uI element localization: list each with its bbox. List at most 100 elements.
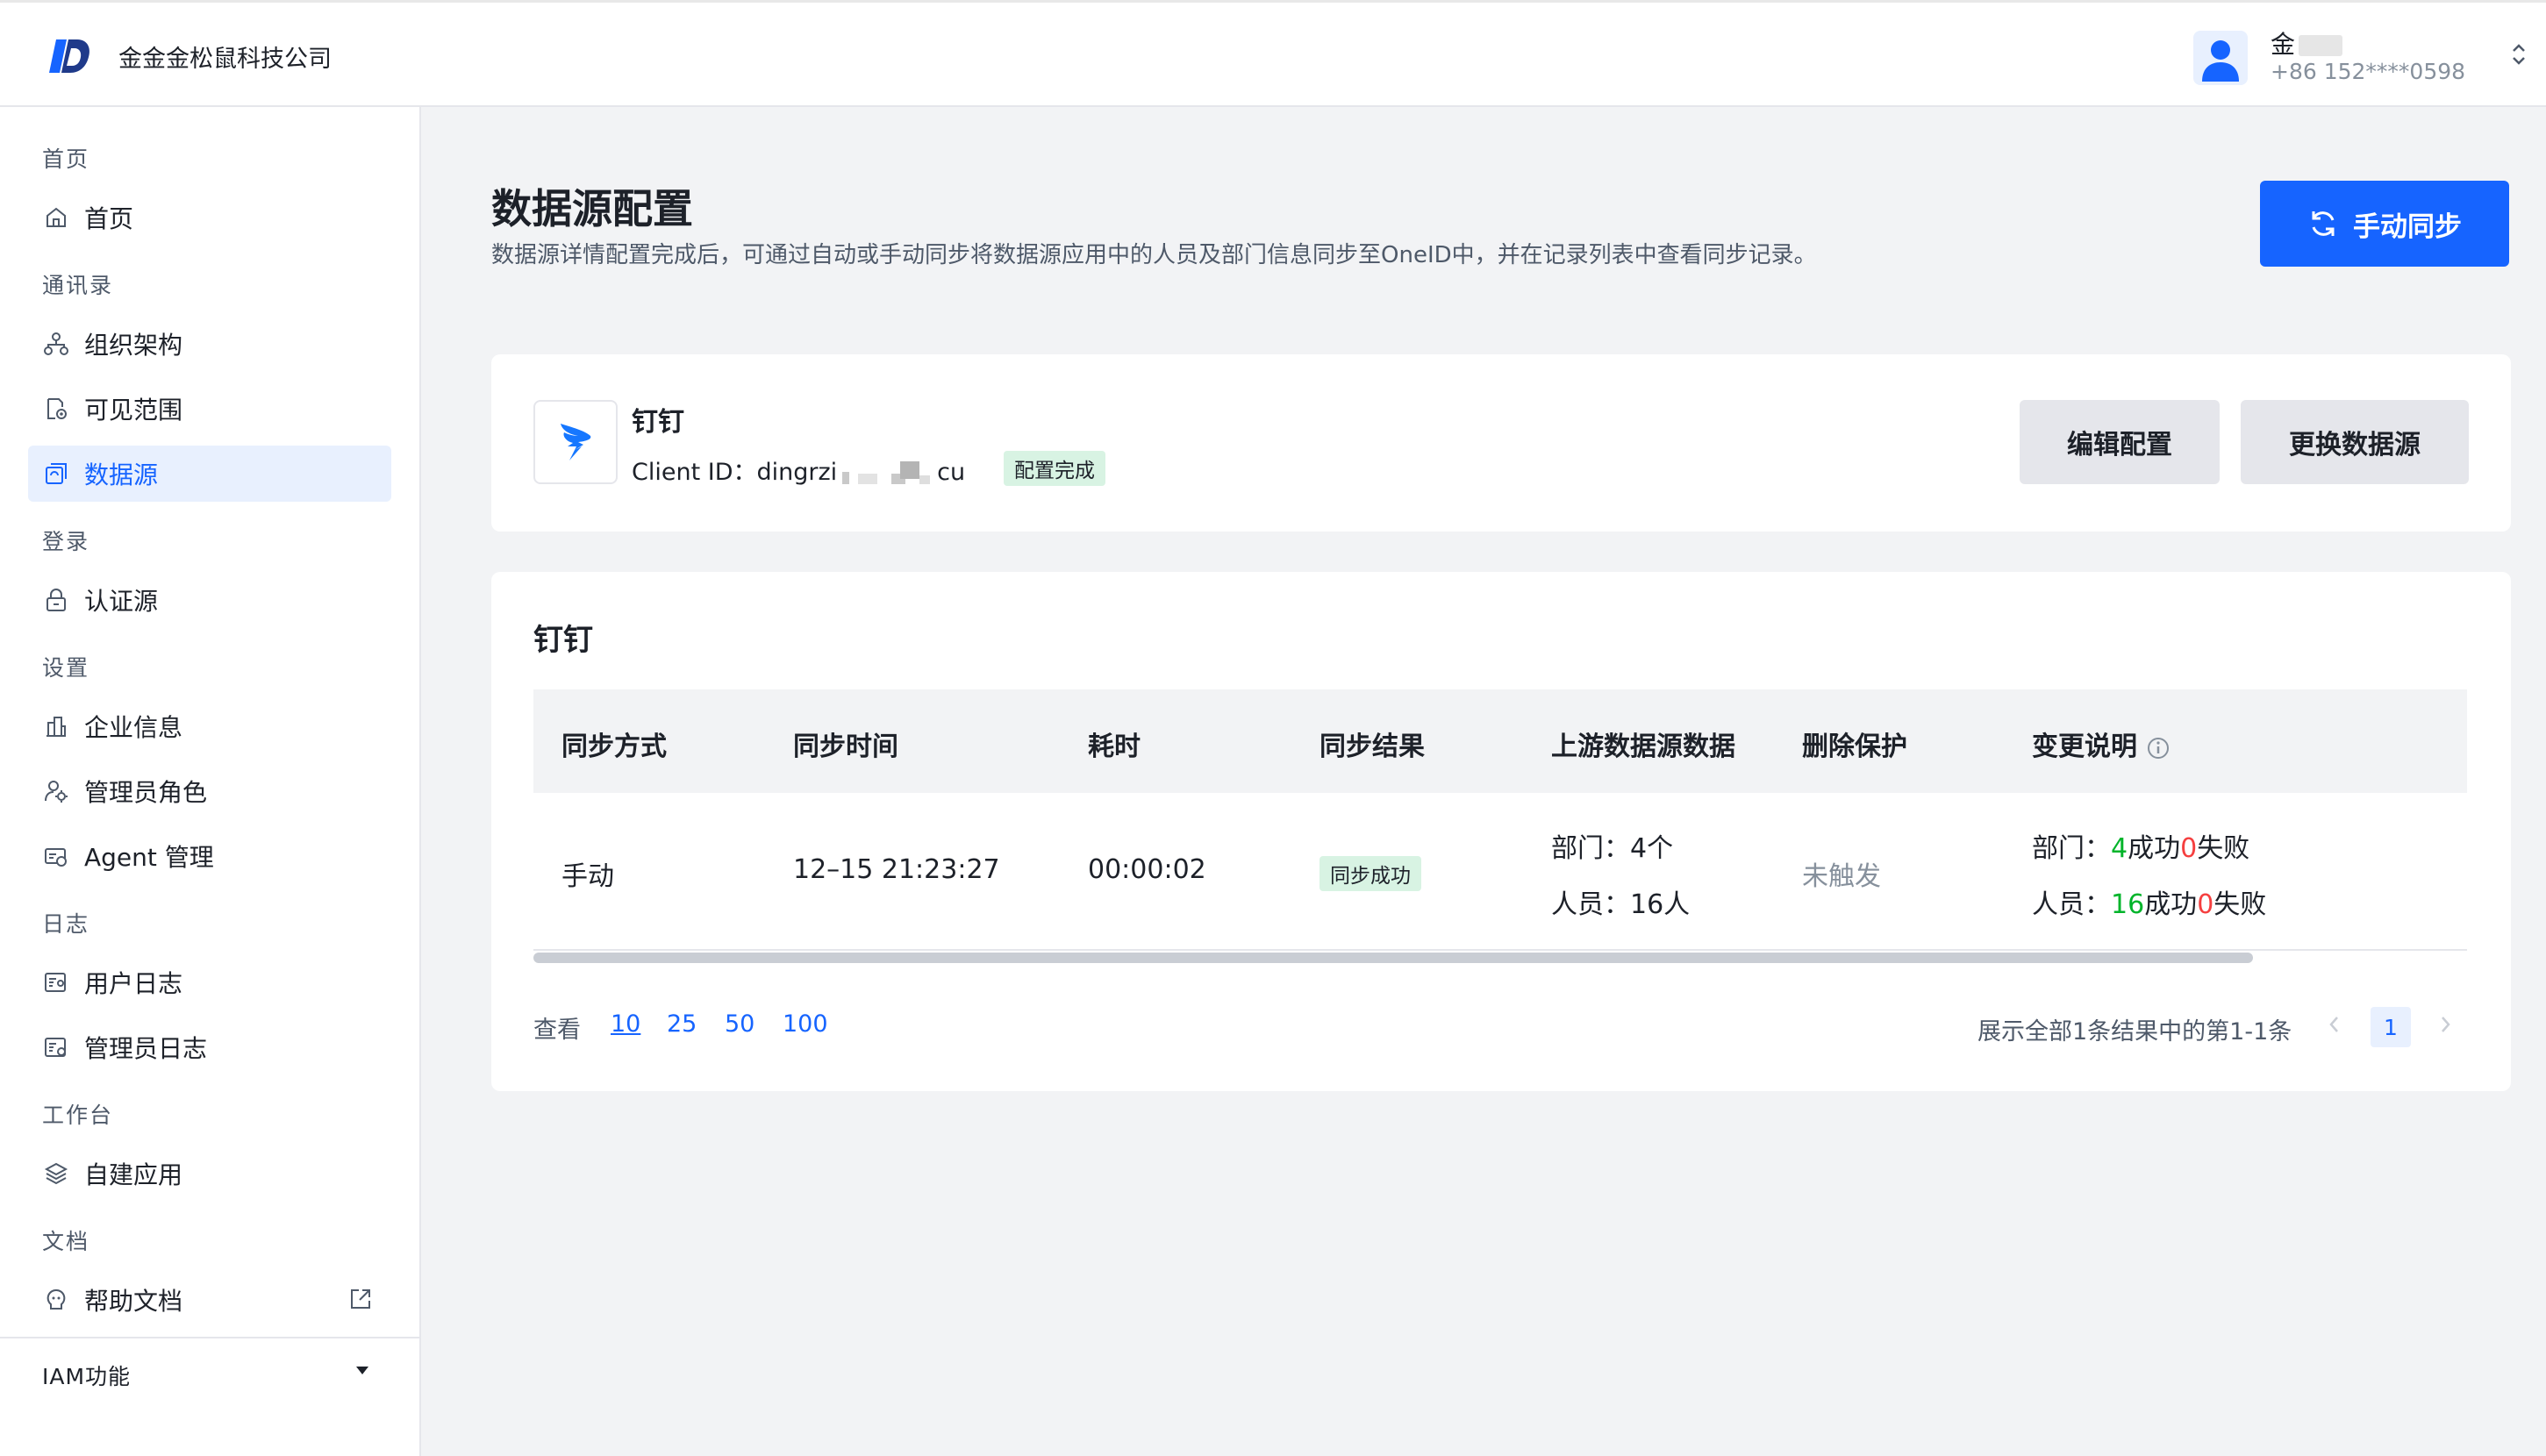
sidebar-item-label: Agent 管理	[84, 843, 214, 872]
pagination-summary: 展示全部1条结果中的第1-1条	[1977, 1018, 2292, 1046]
sidebar-group-home: 首页	[42, 146, 90, 172]
sidebar-item-auth-source[interactable]: 认证源	[28, 572, 391, 628]
sidebar-item-home[interactable]: 首页	[28, 189, 391, 246]
chevron-left-icon[interactable]	[2318, 1009, 2349, 1040]
building-icon	[42, 712, 70, 740]
company-logo[interactable]	[47, 36, 91, 76]
chevron-right-icon[interactable]	[2430, 1009, 2462, 1040]
edit-config-button[interactable]: 编辑配置	[2020, 400, 2220, 484]
home-icon	[42, 203, 70, 232]
top-bar: 金金金松鼠科技公司 金 +86 152****0598	[0, 0, 2546, 107]
sidebar-item-label: 首页	[84, 204, 134, 233]
user-log-icon	[42, 968, 70, 996]
column-header: 上游数据源数据	[1551, 732, 1735, 762]
sidebar-item-label: 数据源	[84, 460, 159, 489]
page-title: 数据源配置	[491, 185, 693, 232]
sidebar-item-user-log[interactable]: 用户日志	[28, 954, 391, 1010]
sidebar-item-agent[interactable]: Agent 管理	[28, 828, 391, 884]
company-name: 金金金松鼠科技公司	[118, 46, 332, 73]
column-header: 删除保护	[1802, 732, 1907, 762]
manual-sync-label: 手动同步	[2353, 211, 2462, 243]
cell-time: 12–15 21:23:27	[793, 854, 1000, 885]
sidebar-divider	[0, 1337, 419, 1338]
sidebar-item-label: 企业信息	[84, 713, 183, 742]
user-menu[interactable]: 金 +86 152****0598	[2193, 24, 2527, 90]
visibility-scope-icon	[42, 395, 70, 423]
sidebar-item-company-info[interactable]: 企业信息	[28, 698, 391, 754]
data-source-name: 钉钉	[632, 407, 684, 438]
iam-features-toggle[interactable]: IAM功能	[42, 1360, 131, 1391]
manual-sync-button[interactable]: 手动同步	[2260, 181, 2509, 267]
column-header: 同步结果	[1319, 732, 1425, 762]
info-icon[interactable]	[2146, 736, 2171, 760]
data-source-card: 钉钉 Client ID：dingrzi cu 配置完成 编辑配置 更换数据源	[491, 354, 2511, 532]
sync-icon	[2307, 208, 2339, 239]
sidebar-group-workbench: 工作台	[42, 1103, 114, 1128]
sidebar-item-label: 组织架构	[84, 331, 183, 360]
lock-icon	[42, 586, 70, 614]
sidebar-item-data-source[interactable]: 数据源	[28, 446, 391, 502]
page-size-25[interactable]: 25	[667, 1010, 697, 1038]
admin-role-icon	[42, 777, 70, 805]
cell-method: 手动	[561, 861, 614, 892]
page-size-10[interactable]: 10	[611, 1010, 640, 1038]
sidebar-group-logs: 日志	[42, 911, 90, 937]
sidebar-group-contacts: 通讯录	[42, 273, 114, 298]
column-header: 耗时	[1088, 732, 1141, 762]
sidebar-item-label: 自建应用	[84, 1160, 183, 1189]
sidebar-item-label: 管理员日志	[84, 1034, 208, 1063]
sidebar-group-settings: 设置	[42, 655, 90, 681]
scrollbar-thumb[interactable]	[533, 953, 2253, 963]
sidebar: 首页 首页 通讯录 组织架构 可见范围 数据源 登录 认证源 设置 企业信息 管…	[0, 107, 421, 1456]
table-row: 手动 12–15 21:23:27 00:00:02 同步成功 部门：4个 人员…	[533, 793, 2467, 951]
cell-change-user: 人员：16成功0失败	[2032, 889, 2267, 920]
table-header: 同步方式 同步时间 耗时 同步结果 上游数据源数据 删除保护 变更说明	[533, 689, 2467, 793]
column-header-change-note: 变更说明	[2032, 724, 2171, 763]
help-icon	[42, 1286, 70, 1314]
current-page[interactable]: 1	[2371, 1007, 2411, 1047]
sidebar-item-admin-role[interactable]: 管理员角色	[28, 763, 391, 819]
records-title: 钉钉	[533, 623, 593, 658]
cell-change-dept: 部门：4成功0失败	[2032, 833, 2250, 864]
sidebar-item-org[interactable]: 组织架构	[28, 316, 391, 372]
chevron-up-down-icon[interactable]	[2509, 41, 2528, 68]
org-structure-icon	[42, 330, 70, 358]
sidebar-item-visibility[interactable]: 可见范围	[28, 381, 391, 437]
sidebar-item-admin-log[interactable]: 管理员日志	[28, 1019, 391, 1075]
sync-result-badge: 同步成功	[1319, 856, 1421, 891]
dingtalk-logo	[533, 400, 618, 484]
sidebar-item-label: 帮助文档	[84, 1287, 183, 1316]
column-header: 同步时间	[793, 732, 898, 762]
admin-log-icon	[42, 1033, 70, 1061]
external-link-icon[interactable]	[347, 1286, 374, 1312]
avatar	[2193, 31, 2248, 85]
data-source-icon	[42, 460, 70, 488]
sidebar-group-login: 登录	[42, 529, 90, 554]
sidebar-item-label: 可见范围	[84, 396, 183, 425]
cell-upstream-user: 人员：16人	[1551, 889, 1691, 920]
sidebar-item-label: 管理员角色	[84, 778, 208, 807]
user-phone: +86 152****0598	[2271, 59, 2466, 84]
sidebar-item-custom-app[interactable]: 自建应用	[28, 1146, 391, 1202]
page-size-100[interactable]: 100	[783, 1010, 828, 1038]
masked-client-id	[839, 460, 935, 486]
layers-icon	[42, 1160, 70, 1188]
masked-name	[2299, 35, 2343, 56]
sidebar-item-label: 用户日志	[84, 969, 183, 998]
cell-upstream-dept: 部门：4个	[1551, 833, 1674, 864]
sidebar-group-docs: 文档	[42, 1229, 90, 1254]
config-status-badge: 配置完成	[1004, 451, 1105, 486]
caret-down-icon[interactable]	[356, 1367, 368, 1374]
user-name: 金	[2271, 25, 2343, 61]
page-description: 数据源详情配置完成后，可通过自动或手动同步将数据源应用中的人员及部门信息同步至O…	[491, 242, 1817, 268]
sidebar-item-label: 认证源	[84, 587, 159, 616]
page-size-50[interactable]: 50	[725, 1010, 755, 1038]
column-header: 同步方式	[561, 732, 667, 762]
horizontal-scrollbar[interactable]	[533, 953, 2467, 963]
cell-duration: 00:00:02	[1088, 854, 1206, 885]
sync-records-card: 钉钉 同步方式 同步时间 耗时 同步结果 上游数据源数据 删除保护 变更说明 手…	[491, 572, 2511, 1091]
sidebar-item-help-docs[interactable]: 帮助文档	[28, 1272, 391, 1328]
client-id: Client ID：dingrzi cu	[632, 459, 966, 486]
agent-icon	[42, 842, 70, 870]
change-data-source-button[interactable]: 更换数据源	[2241, 400, 2469, 484]
